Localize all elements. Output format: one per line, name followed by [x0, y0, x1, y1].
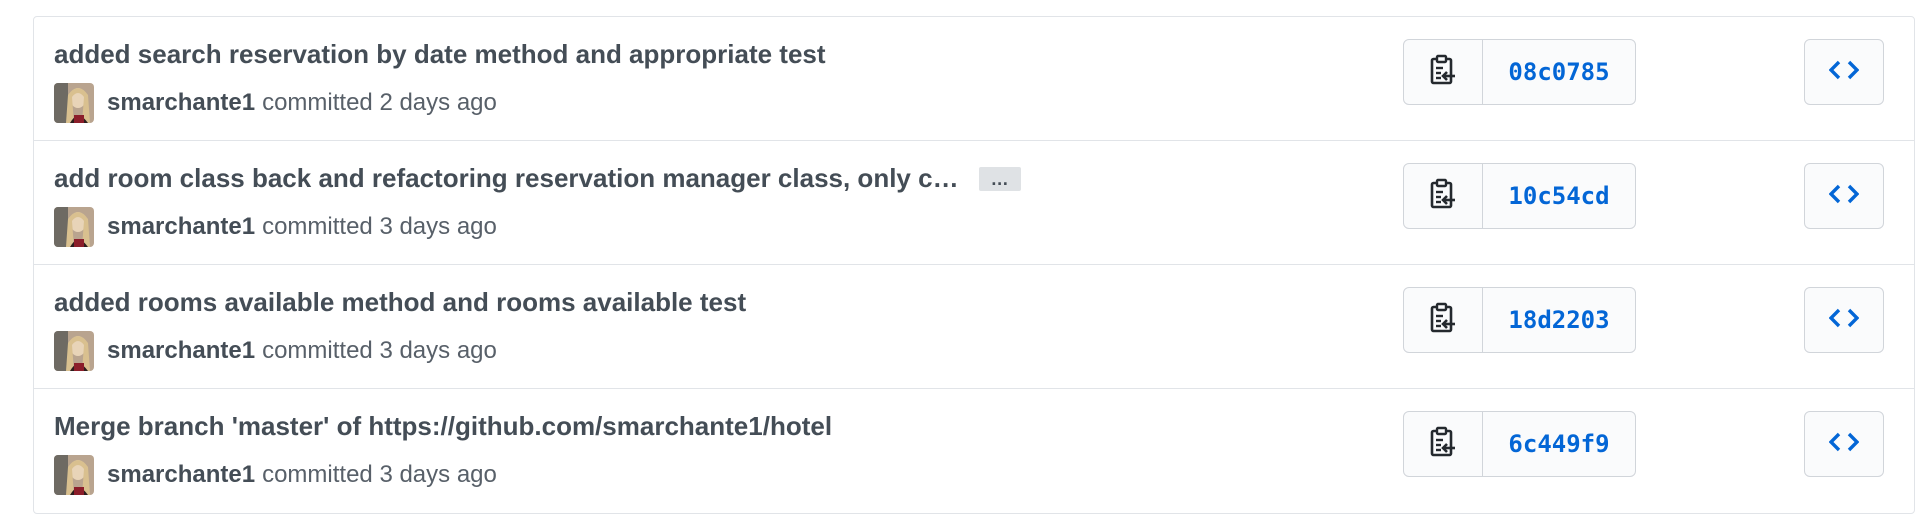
commit-list: added search reservation by date method … [33, 16, 1915, 514]
commit-time: committed 3 days ago [262, 461, 497, 488]
copy-sha-button[interactable] [1404, 412, 1483, 476]
browse-repo-button[interactable] [1804, 287, 1884, 353]
commit-meta: smarchante1 committed 2 days ago [54, 83, 497, 123]
avatar[interactable] [54, 207, 94, 247]
code-icon [1828, 307, 1860, 334]
commit-title-link[interactable]: Merge branch 'master' of https://github.… [54, 411, 832, 442]
copy-sha-button[interactable] [1404, 288, 1483, 352]
commit-title-link[interactable]: added rooms available method and rooms a… [54, 287, 746, 318]
sha-button-group: 6c449f9 [1403, 411, 1636, 477]
avatar[interactable] [54, 331, 94, 371]
sha-button-group: 10c54cd [1403, 163, 1636, 229]
commit-author[interactable]: smarchante1 [107, 461, 255, 489]
expand-commit-message-button[interactable]: … [978, 166, 1021, 191]
code-icon [1828, 183, 1860, 210]
commit-row: Merge branch 'master' of https://github.… [34, 389, 1914, 513]
commit-row: add room class back and refactoring rese… [34, 141, 1914, 265]
browse-repo-button[interactable] [1804, 411, 1884, 477]
commit-meta: smarchante1 committed 3 days ago [54, 331, 497, 371]
commit-title-line: add room class back and refactoring rese… [54, 163, 1021, 194]
commit-sha-link[interactable]: 08c0785 [1483, 40, 1635, 104]
commit-meta: smarchante1 committed 3 days ago [54, 455, 497, 495]
browse-repo-button[interactable] [1804, 39, 1884, 105]
commit-sha-link[interactable]: 18d2203 [1483, 288, 1635, 352]
commit-author[interactable]: smarchante1 [107, 337, 255, 365]
copy-sha-button[interactable] [1404, 40, 1483, 104]
commit-sha-link[interactable]: 6c449f9 [1483, 412, 1635, 476]
clippy-icon [1429, 178, 1457, 215]
commit-author[interactable]: smarchante1 [107, 89, 255, 117]
commit-title-link[interactable]: added search reservation by date method … [54, 39, 826, 70]
commit-time: committed 3 days ago [262, 213, 497, 240]
sha-button-group: 08c0785 [1403, 39, 1636, 105]
copy-sha-button[interactable] [1404, 164, 1483, 228]
commit-title-line: added rooms available method and rooms a… [54, 287, 746, 318]
clippy-icon [1429, 302, 1457, 339]
sha-button-group: 18d2203 [1403, 287, 1636, 353]
commit-title-link[interactable]: add room class back and refactoring rese… [54, 163, 959, 194]
commit-sha-link[interactable]: 10c54cd [1483, 164, 1635, 228]
commit-row: added search reservation by date method … [34, 17, 1914, 141]
commit-row: added rooms available method and rooms a… [34, 265, 1914, 389]
avatar[interactable] [54, 455, 94, 495]
commit-time: committed 2 days ago [262, 89, 497, 116]
commit-meta: smarchante1 committed 3 days ago [54, 207, 497, 247]
commit-time: committed 3 days ago [262, 337, 497, 364]
browse-repo-button[interactable] [1804, 163, 1884, 229]
code-icon [1828, 431, 1860, 458]
clippy-icon [1429, 54, 1457, 91]
commit-title-line: added search reservation by date method … [54, 39, 826, 70]
code-icon [1828, 59, 1860, 86]
commit-title-line: Merge branch 'master' of https://github.… [54, 411, 832, 442]
commit-author[interactable]: smarchante1 [107, 213, 255, 241]
clippy-icon [1429, 426, 1457, 463]
avatar[interactable] [54, 83, 94, 123]
